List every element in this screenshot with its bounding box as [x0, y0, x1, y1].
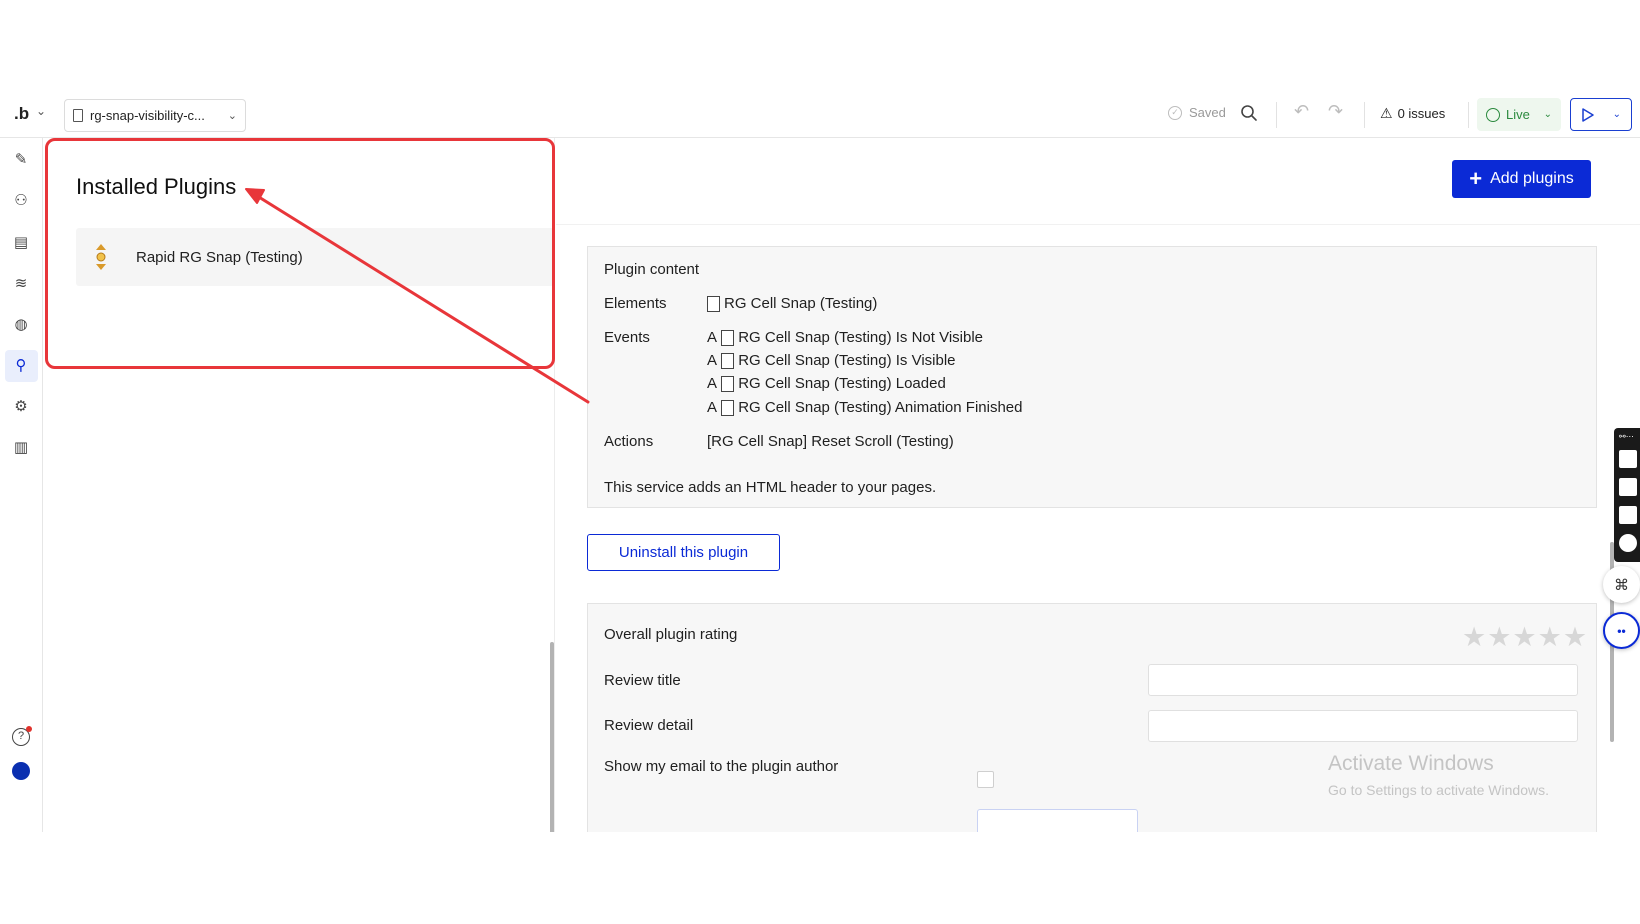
left-icon-rail: ✎ ⚇ ▤ ≋ ◍ ⚲ ⚙ ▥ ? [0, 138, 43, 832]
event-text: RG Cell Snap (Testing) Loaded [738, 375, 946, 392]
screen-capture-toolbar: ⚯⋯ [1614, 428, 1640, 562]
app-logo[interactable]: .b [14, 104, 29, 124]
submit-review-button[interactable] [977, 809, 1138, 832]
show-email-label: Show my email to the plugin author [604, 758, 839, 775]
element-box-icon [721, 399, 735, 416]
toolbar-divider [1276, 102, 1277, 128]
event-text: RG Cell Snap (Testing) Is Not Visible [738, 329, 984, 346]
add-plugins-button[interactable]: + Add plugins [1452, 160, 1591, 198]
globe-icon [1486, 107, 1500, 122]
assistant-face-icon[interactable]: •• [1603, 612, 1640, 649]
show-email-checkbox[interactable] [977, 771, 994, 788]
video-icon[interactable] [1619, 478, 1637, 496]
element-name: RG Cell Snap (Testing) [724, 295, 878, 312]
warning-icon: ⚠ [1380, 105, 1393, 121]
plus-icon: + [1469, 166, 1483, 191]
data-layout-icon[interactable]: ▤ [12, 234, 30, 252]
actions-label: Actions [604, 433, 654, 450]
divider [556, 224, 1640, 225]
saved-status: ✓ Saved [1168, 105, 1226, 120]
page-icon [73, 109, 83, 122]
list-scrollbar[interactable] [550, 642, 554, 832]
logo-chevron-down-icon[interactable]: ⌄ [36, 104, 46, 118]
element-box-icon [721, 352, 735, 369]
element-box-icon [721, 329, 735, 346]
workflow-icon[interactable]: ⚇ [12, 192, 30, 210]
database-icon[interactable]: ≋ [12, 275, 30, 293]
event-prefix: A [707, 329, 718, 346]
search-icon[interactable] [1240, 104, 1258, 122]
event-prefix: A [707, 399, 718, 416]
page-selector[interactable]: rg-snap-visibility-c... ⌄ [64, 99, 246, 132]
link-more-icon[interactable]: ⚯⋯ [1619, 433, 1634, 441]
notification-dot [26, 726, 32, 732]
top-bar: .b ⌄ rg-snap-visibility-c... ⌄ ✓ Saved ↶… [0, 92, 1640, 138]
review-detail-input[interactable] [1148, 710, 1578, 742]
play-icon [1582, 107, 1594, 122]
issues-label: 0 issues [1397, 106, 1446, 121]
plugin-plug-icon[interactable]: ⚲ [12, 357, 30, 375]
add-plugins-label: Add plugins [1490, 170, 1574, 187]
annotation-highlight-box [45, 138, 555, 369]
check-circle-icon: ✓ [1168, 105, 1182, 120]
event-prefix: A [707, 352, 718, 369]
event-item: A RG Cell Snap (Testing) Animation Finis… [707, 399, 1022, 416]
action-item: [RG Cell Snap] Reset Scroll (Testing) [707, 433, 954, 450]
preview-button[interactable]: ⌄ [1570, 98, 1632, 131]
palette-icon[interactable]: ◍ [12, 316, 30, 334]
window-icon[interactable] [1619, 506, 1637, 524]
review-detail-label: Review detail [604, 717, 694, 734]
rating-label: Overall plugin rating [604, 626, 738, 643]
review-title-input[interactable] [1148, 664, 1578, 696]
gear-icon[interactable] [1619, 534, 1637, 552]
live-version-button[interactable]: Live ⌄ [1477, 98, 1561, 131]
logs-chart-icon[interactable]: ▥ [12, 439, 30, 457]
review-section: Overall plugin rating ★★★★★ Review title… [587, 603, 1597, 832]
command-icon[interactable]: ⌘ [1603, 566, 1640, 603]
toolbar-divider [1468, 102, 1469, 128]
activate-windows-subtitle: Go to Settings to activate Windows. [1328, 782, 1549, 798]
toolbar-divider [1364, 102, 1365, 128]
settings-gear-icon[interactable]: ⚙ [12, 398, 30, 416]
event-prefix: A [707, 375, 718, 392]
chevron-down-icon: ⌄ [1543, 109, 1552, 120]
issues-button[interactable]: ⚠ 0 issues [1380, 105, 1445, 122]
event-item: A RG Cell Snap (Testing) Loaded [707, 375, 946, 392]
events-label: Events [604, 329, 650, 346]
undo-icon[interactable]: ↶ [1294, 101, 1309, 122]
service-note: This service adds an HTML header to your… [604, 479, 937, 496]
activate-windows-title: Activate Windows [1328, 752, 1494, 775]
design-pencil-icon[interactable]: ✎ [12, 151, 30, 169]
camera-icon[interactable] [1619, 450, 1637, 468]
plugin-content-heading: Plugin content [604, 261, 700, 278]
saved-label: Saved [1189, 105, 1226, 120]
action-name: [RG Cell Snap] Reset Scroll (Testing) [707, 433, 954, 450]
event-item: A RG Cell Snap (Testing) Is Not Visible [707, 329, 983, 346]
plugin-detail-panel: + Add plugins Plugin content Elements RG… [556, 138, 1640, 832]
element-box-icon [707, 295, 720, 312]
event-text: RG Cell Snap (Testing) Is Visible [738, 352, 956, 369]
element-box-icon [721, 375, 735, 392]
chevron-down-icon: ⌄ [1612, 109, 1621, 120]
live-label: Live [1506, 107, 1530, 122]
event-text: RG Cell Snap (Testing) Animation Finishe… [738, 399, 1023, 416]
page-name: rg-snap-visibility-c... [90, 108, 205, 123]
chevron-down-icon: ⌄ [227, 110, 237, 122]
plugin-content-card: Plugin content Elements RG Cell Snap (Te… [587, 246, 1597, 508]
event-item: A RG Cell Snap (Testing) Is Visible [707, 352, 956, 369]
review-title-label: Review title [604, 672, 681, 689]
user-avatar[interactable] [12, 762, 30, 780]
elements-label: Elements [604, 295, 667, 312]
rating-stars[interactable]: ★★★★★ [1462, 622, 1588, 653]
element-item: RG Cell Snap (Testing) [707, 295, 877, 312]
uninstall-plugin-button[interactable]: Uninstall this plugin [587, 534, 780, 571]
redo-icon[interactable]: ↷ [1328, 101, 1343, 122]
